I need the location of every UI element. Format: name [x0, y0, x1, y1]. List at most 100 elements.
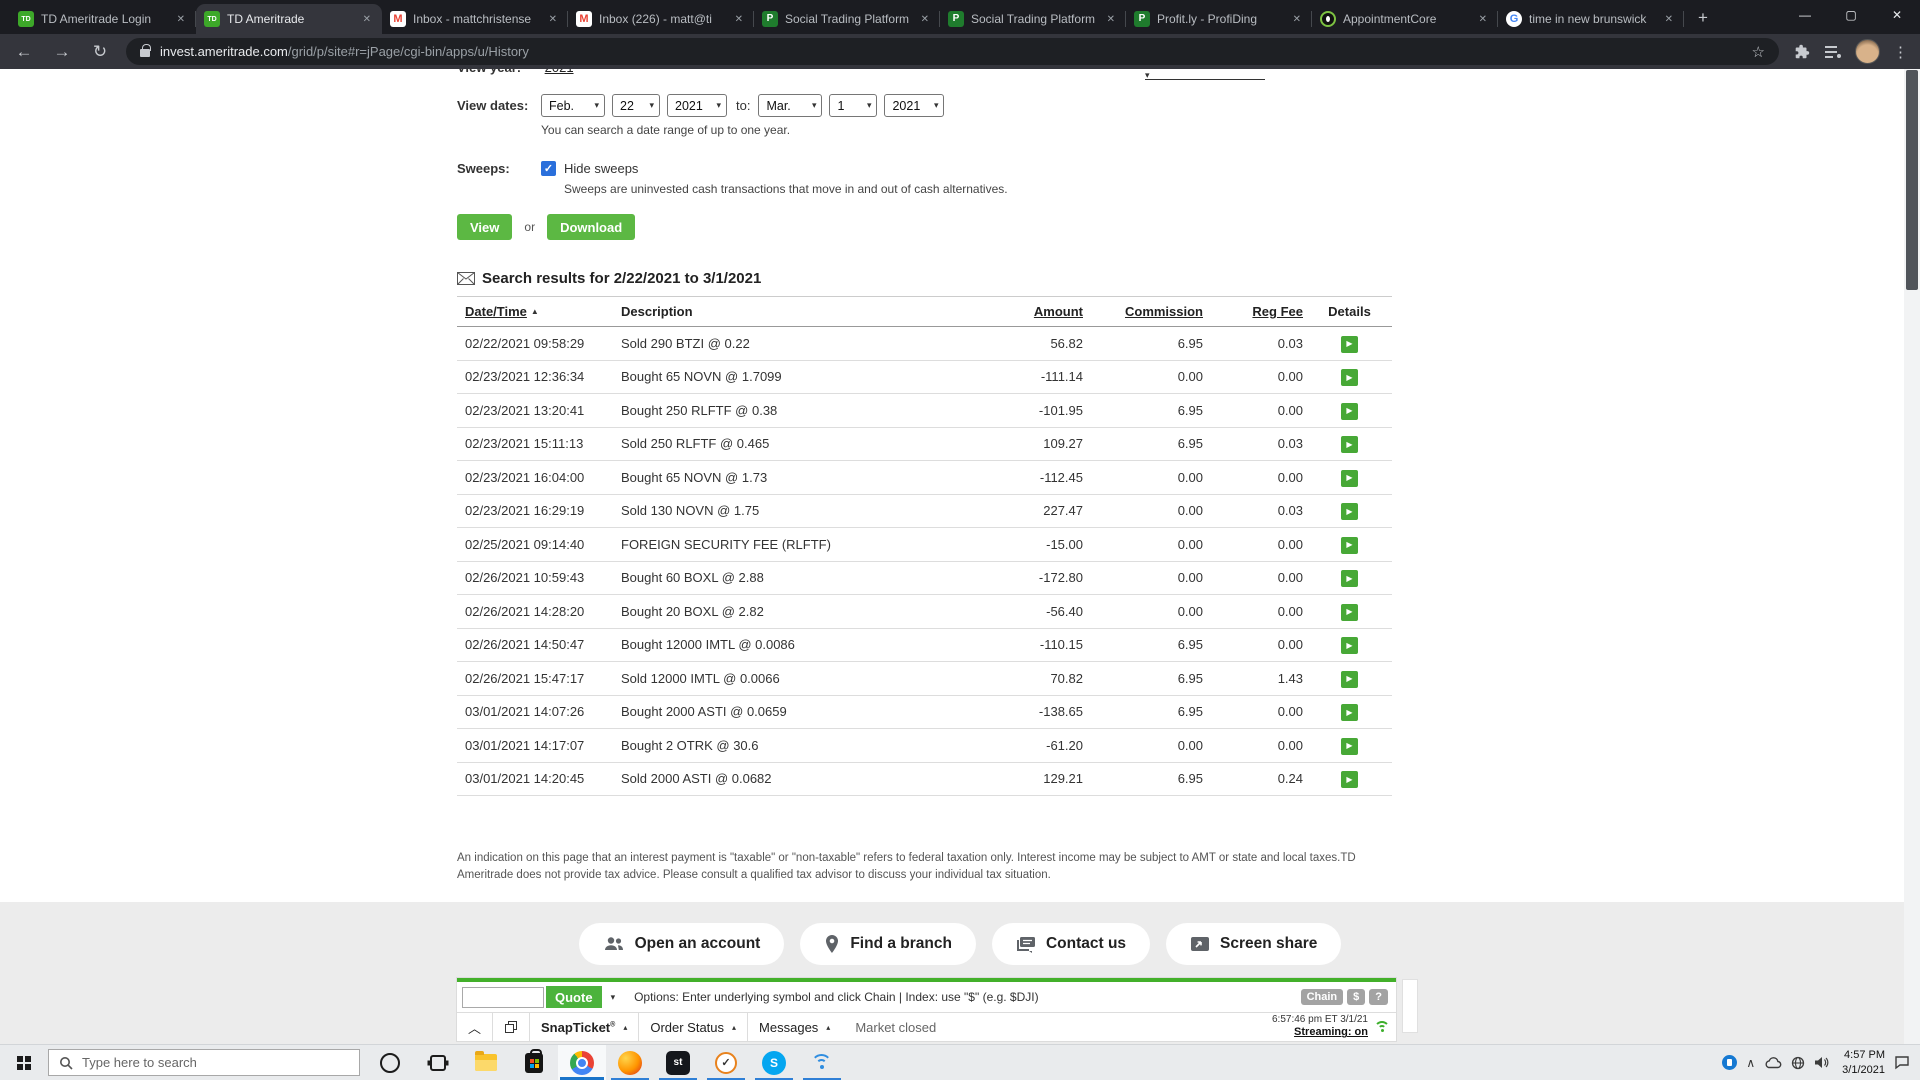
browser-tab[interactable]: PSocial Trading Platform✕	[940, 4, 1126, 34]
order-status-menu[interactable]: Order Status ▴	[639, 1013, 748, 1041]
hide-sweeps-checkbox[interactable]: ✓	[541, 161, 556, 176]
quote-symbol-input[interactable]	[462, 987, 544, 1008]
tab-close-icon[interactable]: ✕	[546, 13, 560, 26]
taskbar-apps: st✓S	[366, 1045, 846, 1080]
browser-tab[interactable]: Gtime in new brunswick✕	[1498, 4, 1684, 34]
page-scrollbar[interactable]	[1904, 69, 1920, 1044]
clock-taskbar-icon[interactable]: ✓	[702, 1045, 750, 1080]
column-amount[interactable]: Amount	[1034, 304, 1083, 319]
browser-tab[interactable]: AppointmentCore✕	[1312, 4, 1498, 34]
tab-close-icon[interactable]: ✕	[1476, 13, 1490, 26]
address-bar[interactable]: invest.ameritrade.com/grid/p/site#r=jPag…	[126, 38, 1779, 65]
from-month-select[interactable]: Feb.▾	[541, 94, 605, 117]
quote-button[interactable]: Quote	[546, 986, 602, 1008]
to-year-select[interactable]: 2021▾	[884, 94, 944, 117]
details-button[interactable]: ▶	[1341, 570, 1358, 587]
column-reg-fee[interactable]: Reg Fee	[1252, 304, 1303, 319]
details-button[interactable]: ▶	[1341, 671, 1358, 688]
forward-icon[interactable]: →	[50, 42, 74, 62]
scrollbar-thumb[interactable]	[1906, 70, 1918, 290]
details-button[interactable]: ▶	[1341, 436, 1358, 453]
taskbar-search[interactable]: Type here to search	[48, 1049, 360, 1076]
details-button[interactable]: ▶	[1341, 604, 1358, 621]
details-button[interactable]: ▶	[1341, 470, 1358, 487]
tab-close-icon[interactable]: ✕	[918, 13, 932, 26]
browser-tab[interactable]: TDTD Ameritrade✕	[196, 4, 382, 34]
find-a-branch-button[interactable]: Find a branch	[800, 923, 976, 965]
firefox-taskbar-icon[interactable]	[606, 1045, 654, 1080]
people-icon	[603, 936, 625, 952]
side-panel-icon[interactable]	[1824, 44, 1842, 60]
to-month-select[interactable]: Mar.▾	[758, 94, 822, 117]
chrome-taskbar-icon[interactable]	[558, 1045, 606, 1080]
store-taskbar-icon[interactable]	[510, 1045, 558, 1080]
wifi-taskbar-icon[interactable]	[798, 1045, 846, 1080]
close-button[interactable]: ✕	[1874, 0, 1920, 30]
popout-button[interactable]	[493, 1013, 530, 1041]
maximize-button[interactable]: ▢	[1828, 0, 1874, 30]
browser-tab[interactable]: TDTD Ameritrade Login✕	[10, 4, 196, 34]
tray-badge-icon[interactable]	[1722, 1055, 1737, 1070]
details-button[interactable]: ▶	[1341, 537, 1358, 554]
open-an-account-button[interactable]: Open an account	[579, 923, 785, 965]
onedrive-cloud-icon[interactable]	[1764, 1057, 1782, 1069]
view-year-link[interactable]: 2021	[545, 69, 574, 75]
details-button[interactable]: ▶	[1341, 704, 1358, 721]
contact-us-button[interactable]: Contact us	[992, 923, 1150, 965]
extensions-icon[interactable]	[1793, 43, 1811, 61]
hide-sweeps-checkbox-label[interactable]: Hide sweeps	[564, 161, 638, 176]
taskview-taskbar-icon[interactable]	[414, 1045, 462, 1080]
column-commission[interactable]: Commission	[1125, 304, 1203, 319]
new-tab-button[interactable]: +	[1690, 5, 1716, 31]
tab-close-icon[interactable]: ✕	[1662, 13, 1676, 26]
tab-close-icon[interactable]: ✕	[1290, 13, 1304, 26]
browser-tab[interactable]: MInbox (226) - matt@ti✕	[568, 4, 754, 34]
details-button[interactable]: ▶	[1341, 637, 1358, 654]
screen-share-button[interactable]: Screen share	[1166, 923, 1341, 965]
view-button[interactable]: View	[457, 214, 512, 240]
tab-close-icon[interactable]: ✕	[732, 13, 746, 26]
details-button[interactable]: ▶	[1341, 771, 1358, 788]
tab-close-icon[interactable]: ✕	[174, 13, 188, 26]
volume-icon[interactable]	[1814, 1056, 1829, 1069]
stocktwits-taskbar-icon[interactable]: st	[654, 1045, 702, 1080]
bookmark-star-icon[interactable]: ☆	[1752, 43, 1765, 61]
from-day-select[interactable]: 22▾	[612, 94, 660, 117]
column-date-time[interactable]: Date/Time	[465, 304, 527, 319]
cutoff-link[interactable]: ▾	[1145, 70, 1265, 80]
browser-tab[interactable]: MInbox - mattchristense✕	[382, 4, 568, 34]
chain-button[interactable]: Chain	[1301, 989, 1344, 1005]
minimize-button[interactable]: —	[1782, 0, 1828, 30]
tab-close-icon[interactable]: ✕	[1104, 13, 1118, 26]
browser-tab[interactable]: PProfit.ly - ProfiDing✕	[1126, 4, 1312, 34]
details-button[interactable]: ▶	[1341, 369, 1358, 386]
back-icon[interactable]: ←	[12, 42, 36, 62]
details-button[interactable]: ▶	[1341, 403, 1358, 420]
browser-tab[interactable]: PSocial Trading Platform✕	[754, 4, 940, 34]
streaming-link[interactable]: Streaming: on	[1272, 1026, 1368, 1040]
help-button[interactable]: ?	[1369, 989, 1388, 1005]
start-button[interactable]	[0, 1045, 48, 1080]
from-year-select[interactable]: 2021▾	[667, 94, 727, 117]
cortana-taskbar-icon[interactable]	[366, 1045, 414, 1080]
tab-close-icon[interactable]: ✕	[360, 13, 374, 26]
action-center-icon[interactable]	[1894, 1055, 1910, 1070]
details-button[interactable]: ▶	[1341, 503, 1358, 520]
snapticket-menu[interactable]: SnapTicket® ▴	[530, 1013, 639, 1041]
to-day-select[interactable]: 1▾	[829, 94, 877, 117]
reload-icon[interactable]: ↻	[88, 42, 112, 62]
skype-taskbar-icon[interactable]: S	[750, 1045, 798, 1080]
explorer-taskbar-icon[interactable]	[462, 1045, 510, 1080]
quote-dropdown-icon[interactable]: ▾	[611, 992, 616, 1003]
dollar-button[interactable]: $	[1347, 989, 1365, 1005]
taskbar-clock[interactable]: 4:57 PM 3/1/2021	[1842, 1048, 1885, 1077]
browser-menu-icon[interactable]: ⋮	[1893, 43, 1908, 61]
hidden-icons-chevron[interactable]: ∧	[1746, 1056, 1755, 1070]
details-button[interactable]: ▶	[1341, 738, 1358, 755]
details-button[interactable]: ▶	[1341, 336, 1358, 353]
profile-avatar[interactable]	[1855, 39, 1880, 64]
network-icon[interactable]	[1791, 1056, 1805, 1070]
collapse-panel-button[interactable]: ︿	[457, 1013, 493, 1041]
messages-menu[interactable]: Messages ▴	[748, 1013, 841, 1041]
download-button[interactable]: Download	[547, 214, 635, 240]
